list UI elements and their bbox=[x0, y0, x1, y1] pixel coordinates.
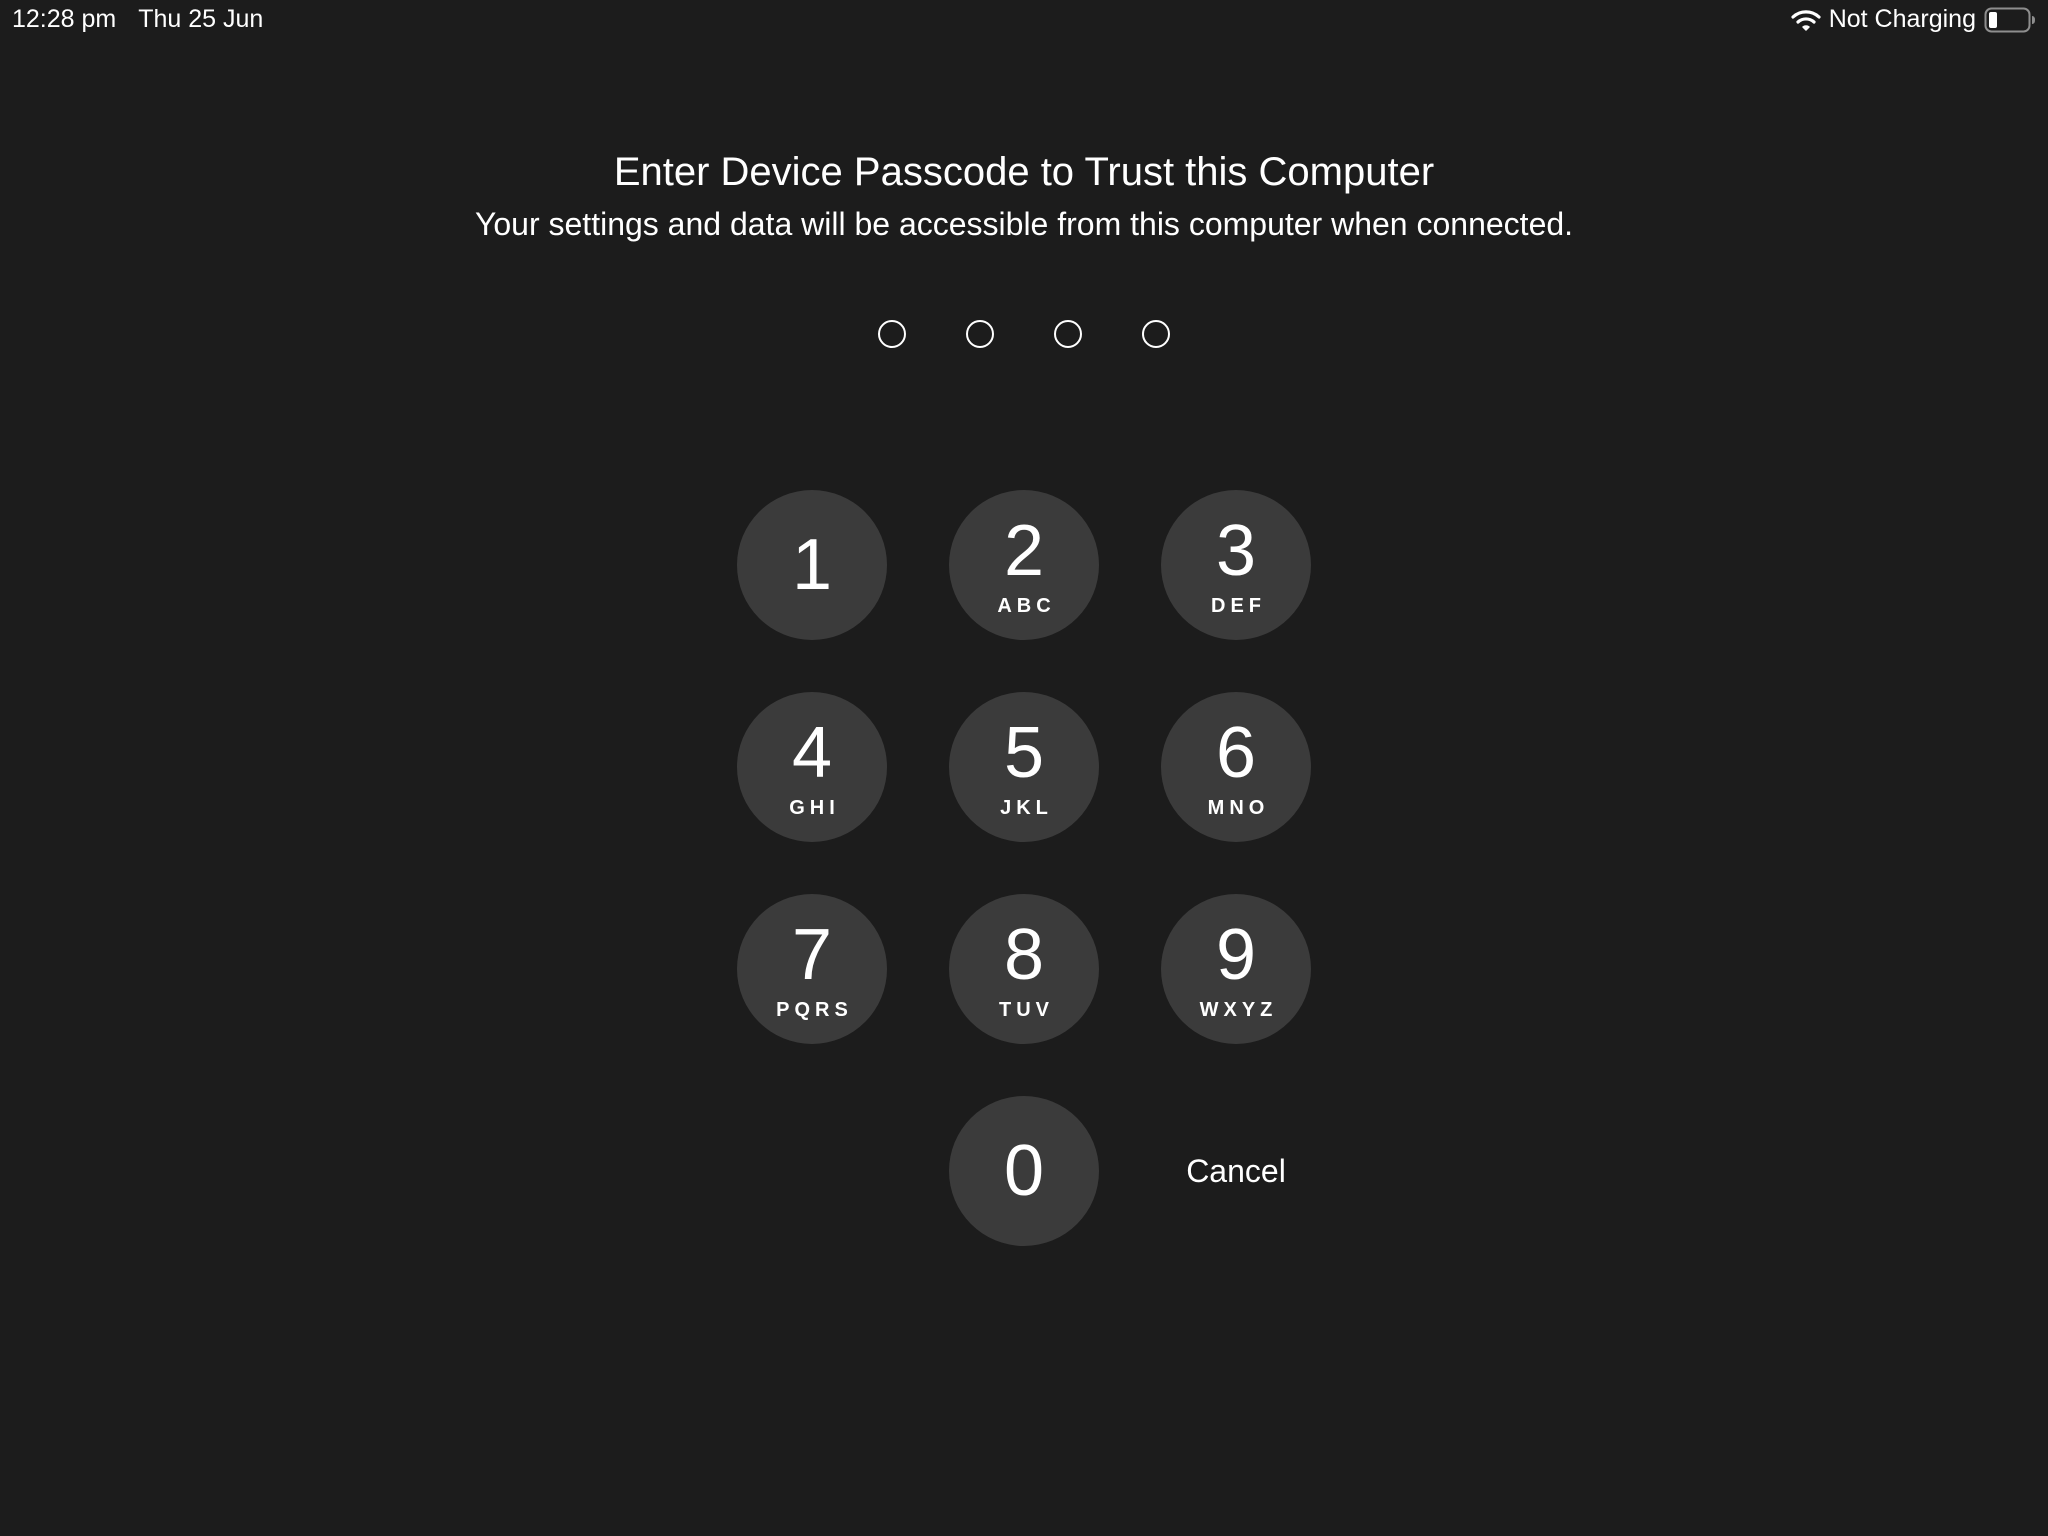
key-digit: 5 bbox=[1003, 713, 1045, 793]
key-1[interactable]: 1 bbox=[737, 490, 887, 640]
key-letters: TUV bbox=[999, 999, 1054, 1021]
key-digit: 8 bbox=[1003, 915, 1045, 995]
key-letters: JKL bbox=[1000, 797, 1053, 819]
status-left: 12:28 pm Thu 25 Jun bbox=[12, 5, 263, 34]
charging-status: Not Charging bbox=[1828, 5, 1976, 33]
wifi-icon bbox=[1791, 8, 1821, 32]
key-digit: 1 bbox=[791, 525, 833, 605]
key-8[interactable]: 8 TUV bbox=[949, 894, 1099, 1044]
key-7[interactable]: 7 PQRS bbox=[737, 894, 887, 1044]
page-title: Enter Device Passcode to Trust this Comp… bbox=[613, 150, 1435, 194]
key-3[interactable]: 3 DEF bbox=[1161, 490, 1311, 640]
passcode-screen: 12:28 pm Thu 25 Jun Not Charging Enter D… bbox=[0, 0, 2048, 1536]
key-digit: 7 bbox=[791, 915, 833, 995]
passcode-dot bbox=[1054, 320, 1082, 348]
keypad: 1 2 ABC 3 DEF 4 GHI 5 JKL 6 MNO 7 PQRS 8… bbox=[737, 490, 1311, 1246]
key-6[interactable]: 6 MNO bbox=[1161, 692, 1311, 842]
key-letters: DEF bbox=[1211, 595, 1266, 617]
passcode-dots bbox=[0, 320, 2048, 348]
key-digit: 9 bbox=[1215, 915, 1257, 995]
key-9[interactable]: 9 WXYZ bbox=[1161, 894, 1311, 1044]
cancel-button[interactable]: Cancel bbox=[1161, 1096, 1311, 1246]
key-digit: 2 bbox=[1003, 511, 1045, 591]
passcode-dot bbox=[878, 320, 906, 348]
header: Enter Device Passcode to Trust this Comp… bbox=[0, 146, 2048, 246]
key-5[interactable]: 5 JKL bbox=[949, 692, 1099, 842]
key-0[interactable]: 0 bbox=[949, 1096, 1099, 1246]
passcode-dot bbox=[966, 320, 994, 348]
key-digit: 4 bbox=[791, 713, 833, 793]
key-digit: 6 bbox=[1215, 713, 1257, 793]
key-letters: GHI bbox=[789, 797, 840, 819]
passcode-dot bbox=[1142, 320, 1170, 348]
status-date: Thu 25 Jun bbox=[138, 5, 264, 33]
key-letters: PQRS bbox=[776, 999, 853, 1021]
keypad-spacer bbox=[737, 1096, 887, 1246]
key-letters: MNO bbox=[1207, 797, 1270, 819]
key-digit: 3 bbox=[1215, 511, 1257, 591]
status-right: Not Charging bbox=[1791, 5, 2036, 34]
key-4[interactable]: 4 GHI bbox=[737, 692, 887, 842]
key-letters: ABC bbox=[997, 595, 1056, 617]
status-time: 12:28 pm bbox=[12, 5, 117, 33]
key-2[interactable]: 2 ABC bbox=[949, 490, 1099, 640]
key-letters: WXYZ bbox=[1199, 999, 1278, 1021]
battery-icon bbox=[1984, 7, 2036, 33]
status-bar: 12:28 pm Thu 25 Jun Not Charging bbox=[0, 0, 2048, 40]
page-subtitle: Your settings and data will be accessibl… bbox=[474, 206, 1574, 242]
key-digit: 0 bbox=[1003, 1131, 1045, 1211]
